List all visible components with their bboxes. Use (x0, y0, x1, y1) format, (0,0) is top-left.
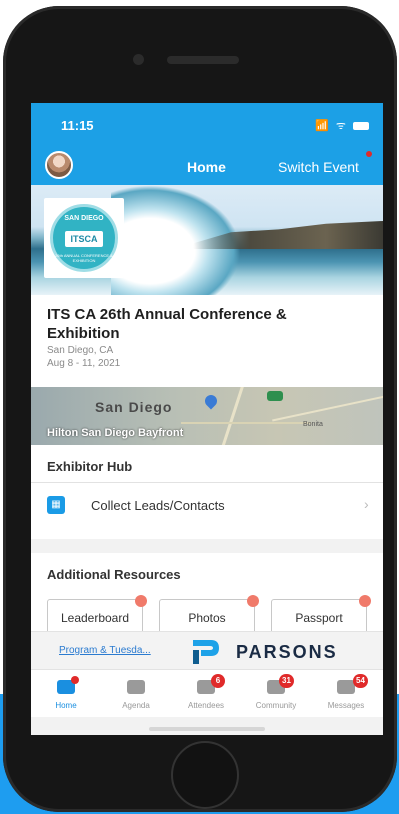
notification-dot-icon (71, 676, 79, 684)
status-time: 11:15 (61, 118, 94, 133)
exhibitor-hub-section: Exhibitor Hub ▦ Collect Leads/Contacts › (31, 445, 383, 539)
front-camera (133, 54, 144, 65)
leaderboard-label: Leaderboard (60, 611, 130, 625)
status-icons: 📶 ᯤ (315, 118, 369, 133)
tab-bar: Home Agenda 6 Attendees 31 Community 54 … (31, 669, 383, 717)
map-road (181, 422, 311, 424)
messages-badge: 54 (353, 674, 368, 688)
event-info-card[interactable]: ITS CA 26th Annual Conference & Exhibiti… (31, 295, 383, 387)
tab-attendees[interactable]: 6 Attendees (171, 670, 241, 718)
map-road (218, 387, 247, 445)
collect-leads-label: Collect Leads/Contacts (91, 498, 225, 513)
additional-resources-section: Additional Resources Leaderboard Photos … (31, 553, 383, 637)
battery-icon (353, 122, 369, 131)
event-banner: SAN DIEGO ITSCA 26th ANNUAL CONFERENCE &… (31, 185, 383, 295)
logo-top-text: SAN DIEGO (64, 215, 104, 222)
tab-label: Home (55, 701, 77, 710)
event-logo: SAN DIEGO ITSCA 26th ANNUAL CONFERENCE &… (44, 198, 124, 278)
sponsor-banner[interactable]: Program & Tuesda... PARSONS (31, 631, 383, 669)
switch-event-button[interactable]: Switch Event (278, 159, 359, 175)
parsons-logo-icon (193, 640, 219, 664)
map-area-label: Bonita (303, 421, 323, 428)
notification-dot-icon (366, 151, 372, 157)
attendees-badge: 6 (211, 674, 225, 688)
venue-map[interactable]: San Diego Bonita Hilton San Diego Bayfro… (31, 387, 383, 445)
sponsor-name: PARSONS (236, 642, 338, 662)
tab-community[interactable]: 31 Community (241, 670, 311, 718)
avatar[interactable] (45, 151, 73, 179)
calendar-icon (127, 680, 145, 694)
event-location: San Diego, CA (47, 345, 114, 356)
photos-label: Photos (188, 611, 226, 625)
tab-label: Attendees (187, 701, 225, 710)
qr-code-icon: ▦ (47, 496, 65, 514)
tab-messages[interactable]: 54 Messages (311, 670, 381, 718)
exhibitor-hub-title: Exhibitor Hub (47, 459, 133, 474)
app-screen: 11:15 📶 ᯤ Home Switch Event SAN DIEGO IT… (31, 103, 383, 735)
venue-name: Hilton San Diego Bayfront (47, 427, 184, 439)
tab-label: Messages (327, 701, 365, 710)
home-indicator (149, 727, 265, 731)
home-hardware-button[interactable] (171, 741, 239, 809)
program-link[interactable]: Program & Tuesda... (59, 645, 151, 656)
signal-wifi-icon: 📶 ᯤ (315, 120, 348, 132)
event-title: ITS CA 26th Annual Conference & Exhibiti… (47, 306, 287, 342)
logo-sub-text: 26th ANNUAL CONFERENCE & EXHIBITION (55, 253, 113, 263)
divider (31, 482, 383, 483)
notification-dot-icon (359, 595, 371, 607)
map-city-label: San Diego (95, 399, 173, 415)
map-pin-icon (202, 392, 220, 410)
tab-home[interactable]: Home (31, 670, 101, 718)
earpiece-speaker (167, 56, 239, 64)
tab-agenda[interactable]: Agenda (101, 670, 171, 718)
tab-label: Agenda (122, 701, 150, 710)
notification-dot-icon (247, 595, 259, 607)
chevron-right-icon: › (364, 496, 369, 512)
notification-dot-icon (135, 595, 147, 607)
resources-title: Additional Resources (47, 567, 181, 582)
event-dates: Aug 8 - 11, 2021 (47, 358, 121, 369)
highway-shield-icon (267, 391, 283, 401)
top-bar: 11:15 📶 ᯤ Home Switch Event (31, 103, 383, 185)
map-road (272, 394, 383, 422)
logo-main-text: ITSCA (65, 231, 103, 247)
page-title: Home (187, 159, 226, 175)
passport-label: Passport (295, 611, 343, 625)
tab-label: Community (255, 701, 297, 710)
logo-badge-icon: SAN DIEGO ITSCA 26th ANNUAL CONFERENCE &… (50, 204, 118, 272)
community-badge: 31 (279, 674, 294, 688)
